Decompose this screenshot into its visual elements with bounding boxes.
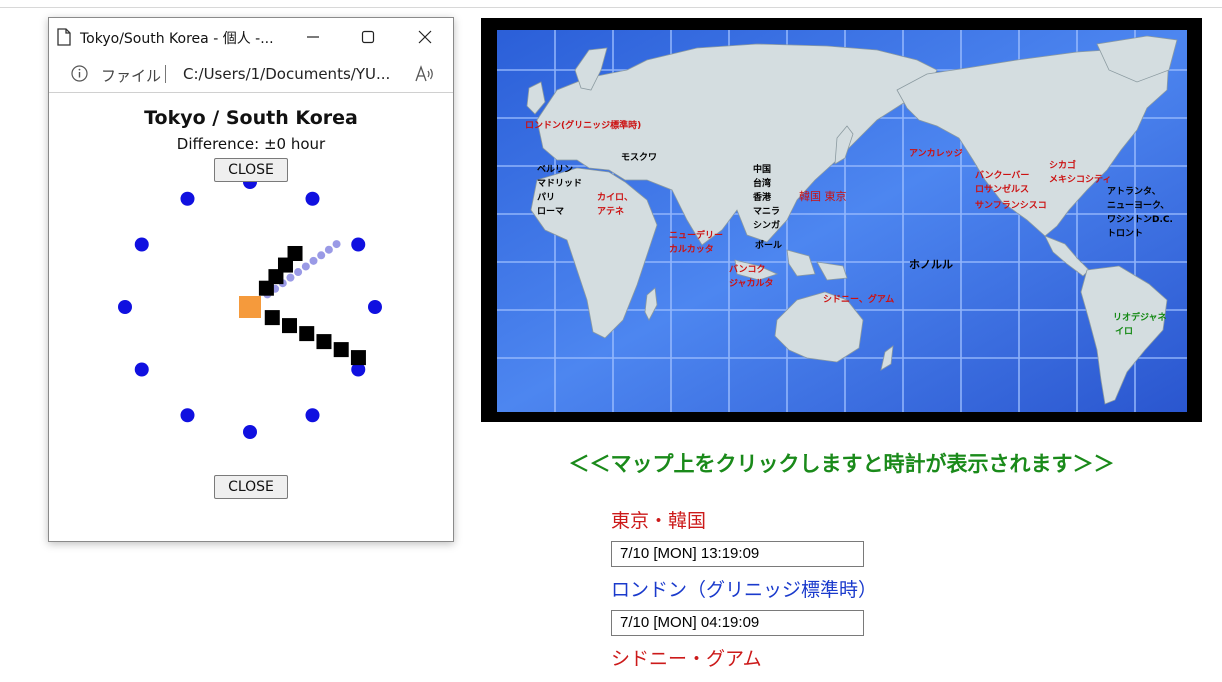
second-hand-dot	[332, 240, 341, 249]
map-label-london: ロンドン(グリニッジ標準時)	[525, 119, 641, 131]
map-label-calcutta: カルカッタ	[669, 243, 714, 255]
hour-marker-10	[134, 237, 149, 252]
map-label-ny: ニューヨーク、	[1107, 200, 1169, 211]
minute-hand-segment	[350, 350, 366, 366]
map-label-rome: ローマ	[537, 207, 564, 217]
second-hand-dot	[294, 268, 303, 277]
city-time-list: 東京・韓国 7/10 [MON] 13:19:09 ロンドン（グリニッジ標準時）…	[611, 506, 877, 674]
second-hand-dot	[324, 245, 333, 254]
map-label-sf: サンフランシスコ	[975, 200, 1047, 211]
second-hand-dot	[317, 251, 326, 260]
browser-top-border	[0, 7, 1222, 8]
map-label-sydney-guam: シドニー、グアム	[823, 293, 894, 305]
close-button-bottom[interactable]: CLOSE	[214, 475, 288, 499]
map-label-chicago: シカゴ	[1049, 159, 1076, 171]
city-name-sydney-guam: シドニー・グアム	[611, 648, 762, 670]
hour-marker-11	[180, 191, 195, 206]
world-map[interactable]: ロンドン(グリニッジ標準時) モスクワ ベルリン マドリッド パリ ローマ カイ…	[481, 18, 1202, 422]
hour-marker-6	[243, 425, 257, 439]
hour-hand-segment	[287, 245, 303, 261]
map-label-hongkong: 香港	[752, 191, 772, 203]
map-label-jakarta: ジャカルタ	[729, 277, 774, 289]
map-label-delhi: ニューデリー	[669, 229, 723, 241]
second-hand-dot	[309, 256, 318, 265]
world-map-image[interactable]: ロンドン(グリニッジ標準時) モスクワ ベルリン マドリッド パリ ローマ カイ…	[497, 30, 1187, 412]
minute-hand-segment	[333, 342, 349, 358]
map-label-moscow: モスクワ	[621, 152, 657, 163]
minute-hand-segment	[299, 326, 315, 342]
hour-marker-5	[305, 408, 320, 423]
map-label-madrid: マドリッド	[537, 178, 582, 189]
map-label-paris: パリ	[537, 191, 555, 203]
hour-marker-9	[118, 300, 132, 314]
hour-marker-1	[305, 191, 320, 206]
close-button-top[interactable]: CLOSE	[214, 158, 288, 182]
map-instruction: ＜＜マップ上をクリックしますと時計が表示されます＞＞	[568, 452, 1115, 476]
map-label-china: 中国	[753, 163, 771, 175]
city-name-tokyo-korea: 東京・韓国	[611, 510, 707, 532]
hour-marker-2	[351, 237, 366, 252]
map-label-honolulu: ホノルル	[909, 258, 953, 271]
clock-center	[239, 296, 261, 318]
second-hand-dot	[301, 262, 310, 271]
map-label-anchorage: アンカレッジ	[909, 148, 963, 159]
map-label-vancouver: バンクーバー	[975, 170, 1029, 181]
map-label-rio-2: イロ	[1115, 326, 1133, 337]
time-field-london[interactable]: 7/10 [MON] 04:19:09	[611, 610, 864, 636]
minute-hand-segment	[316, 334, 332, 350]
second-hand-dot	[286, 273, 295, 282]
minute-hand-segment	[264, 310, 280, 326]
map-label-singapore: シンガ	[753, 219, 780, 231]
map-label-taiwan: 台湾	[753, 177, 771, 189]
map-label-manila: マニラ	[753, 206, 780, 217]
map-label-dc: ワシントンD.C.	[1107, 214, 1173, 225]
map-label-toronto: トロント	[1107, 228, 1143, 239]
city-name-london: ロンドン（グリニッジ標準時）	[611, 579, 878, 601]
map-label-atlanta: アトランタ、	[1107, 185, 1161, 197]
map-label-athens: アテネ	[597, 206, 624, 217]
time-field-tokyo-korea[interactable]: 7/10 [MON] 13:19:09	[611, 541, 864, 567]
map-label-cairo: カイロ、	[597, 192, 633, 203]
analog-clock	[118, 175, 382, 439]
hour-marker-3	[368, 300, 382, 314]
minute-hand-segment	[282, 318, 298, 334]
map-label-singapore-2: ポール	[755, 239, 782, 251]
hour-marker-7	[180, 408, 195, 423]
map-label-rio: リオデジャネ	[1113, 311, 1167, 323]
clock-popup-window: Tokyo/South Korea - 個人 -... ファイル C:/User…	[48, 17, 454, 542]
map-label-bangkok: バンコク	[729, 264, 765, 275]
map-label-la: ロサンゼルス	[975, 183, 1029, 195]
hour-marker-8	[134, 362, 149, 377]
map-label-mexico: メキシコシティ	[1049, 174, 1111, 185]
map-label-korea-tokyo: 韓国 東京	[799, 189, 847, 203]
map-label-berlin: ベルリン	[537, 164, 573, 175]
